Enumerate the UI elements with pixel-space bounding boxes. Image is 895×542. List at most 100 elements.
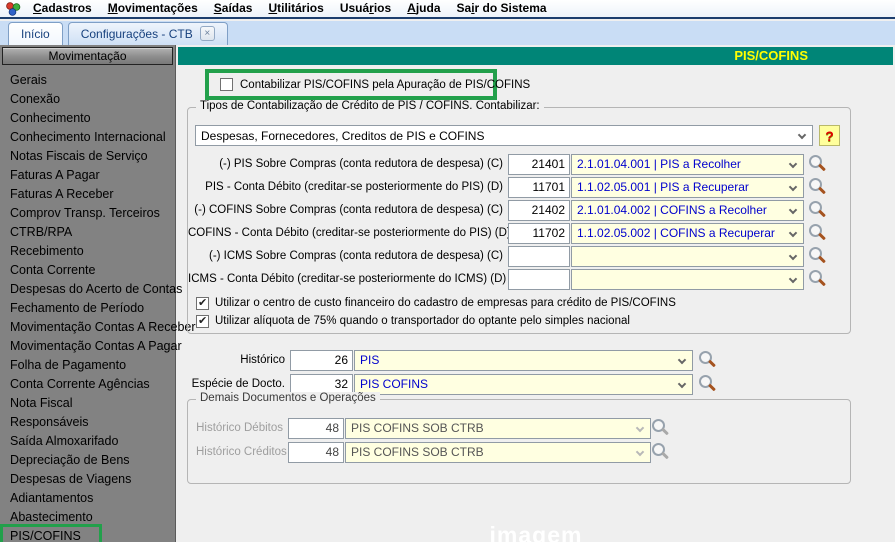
credit-account-row: (-) COFINS Sobre Compras (conta redutora… bbox=[188, 199, 850, 221]
apuracao-checkbox-label: Contabilizar PIS/COFINS pela Apuração de… bbox=[240, 78, 531, 91]
account-code-field[interactable]: 21401 bbox=[508, 153, 570, 175]
sidebar-item-faturas-a-receber[interactable]: Faturas A Receber bbox=[0, 185, 175, 204]
tab-configuracoes-ctb[interactable]: Configurações - CTB × bbox=[67, 22, 228, 45]
sidebar-item-faturas-a-pagar[interactable]: Faturas A Pagar bbox=[0, 166, 175, 185]
account-combo[interactable]: 2.1.01.04.001 | PIS a Recolher bbox=[571, 153, 804, 175]
sidebar-item-notas-fiscais-de-servi-o[interactable]: Notas Fiscais de Serviço bbox=[0, 147, 175, 166]
option-row: Utilizar alíquota de 75% quando o transp… bbox=[196, 312, 676, 330]
contabilizacao-type-select[interactable]: Despesas, Fornecedores, Creditos de PIS … bbox=[195, 125, 813, 146]
contabilizacao-type-value: Despesas, Fornecedores, Creditos de PIS … bbox=[201, 128, 485, 143]
especie-combo[interactable]: PIS COFINS bbox=[354, 373, 693, 395]
historico-code-field[interactable]: 26 bbox=[290, 349, 353, 371]
sidebar-item-pis-cofins[interactable]: PIS/COFINS bbox=[0, 524, 175, 542]
sidebar-item-movimenta-o-contas-a-pagar[interactable]: Movimentação Contas A Pagar bbox=[0, 337, 182, 356]
especie-label: Espécie de Docto. bbox=[191, 378, 285, 390]
search-icon[interactable] bbox=[808, 247, 826, 265]
search-icon[interactable] bbox=[698, 375, 716, 393]
sidebar-item-movimenta-o-contas-a-receber[interactable]: Movimentação Contas A Receber bbox=[0, 318, 196, 337]
demais-row: Histórico Créditos 48 PIS COFINS SOB CTRB bbox=[196, 441, 669, 463]
sidebar-item-deprecia-o-de-bens[interactable]: Depreciação de Bens bbox=[0, 451, 175, 470]
account-combo[interactable] bbox=[571, 268, 804, 290]
search-icon[interactable] bbox=[808, 178, 826, 196]
users-group-icon bbox=[6, 1, 21, 16]
account-code-field[interactable] bbox=[508, 268, 570, 290]
credit-account-row: (-) ICMS Sobre Compras (conta redutora d… bbox=[188, 245, 850, 267]
tab-inicio[interactable]: Início bbox=[8, 22, 63, 45]
search-icon[interactable] bbox=[808, 201, 826, 219]
sidebar-group-header[interactable]: Movimentação bbox=[2, 47, 173, 65]
chevron-down-icon bbox=[797, 130, 807, 140]
apuracao-highlight-box: Contabilizar PIS/COFINS pela Apuração de… bbox=[205, 69, 530, 100]
sidebar-item-respons-veis[interactable]: Responsáveis bbox=[0, 413, 175, 432]
option-checkbox[interactable] bbox=[196, 296, 209, 310]
chevron-down-icon bbox=[788, 159, 798, 168]
help-button[interactable]: ? bbox=[819, 125, 840, 146]
menu-item-sair-do-sistema[interactable]: Sair do Sistema bbox=[449, 0, 555, 17]
menu-item-usu-rios[interactable]: Usuários bbox=[332, 0, 399, 17]
row-label: (-) COFINS Sobre Compras (conta redutora… bbox=[194, 204, 503, 216]
search-icon[interactable] bbox=[808, 155, 826, 173]
sidebar-item-conhecimento-internacional[interactable]: Conhecimento Internacional bbox=[0, 128, 175, 147]
sidebar-item-ctrb-rpa[interactable]: CTRB/RPA bbox=[0, 223, 175, 242]
menu-item-ajuda[interactable]: Ajuda bbox=[399, 0, 448, 17]
sidebar-item-nota-fiscal[interactable]: Nota Fiscal bbox=[0, 394, 175, 413]
account-code-field[interactable] bbox=[508, 245, 570, 267]
account-code-field[interactable]: 21402 bbox=[508, 199, 570, 221]
tab-strip: Início Configurações - CTB × bbox=[0, 21, 895, 45]
search-icon bbox=[651, 419, 669, 437]
option-row: Utilizar o centro de custo financeiro do… bbox=[196, 294, 676, 312]
historico-combo[interactable]: PIS bbox=[354, 349, 693, 371]
menu-item-sa-das[interactable]: Saídas bbox=[206, 0, 261, 17]
sidebar-item-comprov-transp-terceiros[interactable]: Comprov Transp. Terceiros bbox=[0, 204, 175, 223]
sidebar-item-conex-o[interactable]: Conexão bbox=[0, 90, 175, 109]
sidebar-item-gerais[interactable]: Gerais bbox=[0, 71, 175, 90]
account-combo[interactable]: 2.1.01.04.002 | COFINS a Recolher bbox=[571, 199, 804, 221]
account-code-field[interactable]: 11702 bbox=[508, 222, 570, 244]
sidebar-item-despesas-do-acerto-de-contas[interactable]: Despesas do Acerto de Contas bbox=[0, 280, 182, 299]
watermark-text: imagem bbox=[489, 522, 583, 542]
sidebar-item-adiantamentos[interactable]: Adiantamentos bbox=[0, 489, 175, 508]
search-icon[interactable] bbox=[698, 351, 716, 369]
sidebar-item-sa-da-almoxarifado[interactable]: Saída Almoxarifado bbox=[0, 432, 175, 451]
demais-documentos-legend: Demais Documentos e Operações bbox=[196, 392, 380, 404]
search-icon bbox=[651, 443, 669, 461]
menu-item-movimenta-es[interactable]: Movimentações bbox=[100, 0, 206, 17]
row-label: COFINS - Conta Débito (creditar-se poste… bbox=[188, 227, 511, 239]
chevron-down-icon bbox=[788, 274, 798, 283]
menu-item-utilit-rios[interactable]: Utilitários bbox=[260, 0, 331, 17]
option-checkbox[interactable] bbox=[196, 314, 209, 328]
chevron-down-icon bbox=[788, 182, 798, 191]
credit-account-row: PIS - Conta Débito (creditar-se posterio… bbox=[188, 176, 850, 198]
historico-row: Histórico 26 PIS bbox=[177, 349, 716, 371]
account-combo[interactable] bbox=[571, 245, 804, 267]
account-value: 1.1.02.05.001 | PIS a Recuperar bbox=[577, 180, 749, 194]
sidebar-item-abastecimento[interactable]: Abastecimento bbox=[0, 508, 175, 527]
demais-value: PIS COFINS SOB CTRB bbox=[351, 421, 484, 435]
chevron-down-icon bbox=[677, 355, 687, 364]
chevron-down-icon bbox=[635, 447, 645, 456]
sidebar-item-despesas-de-viagens[interactable]: Despesas de Viagens bbox=[0, 470, 175, 489]
account-combo[interactable]: 1.1.02.05.002 | COFINS a Recuperar bbox=[571, 222, 804, 244]
row-label: PIS - Conta Débito (creditar-se posterio… bbox=[205, 181, 503, 193]
chevron-down-icon bbox=[788, 205, 798, 214]
sidebar-item-conta-corrente[interactable]: Conta Corrente bbox=[0, 261, 175, 280]
account-combo[interactable]: 1.1.02.05.001 | PIS a Recuperar bbox=[571, 176, 804, 198]
close-icon[interactable]: × bbox=[199, 26, 215, 41]
apuracao-checkbox[interactable] bbox=[220, 78, 233, 91]
sidebar-item-conhecimento[interactable]: Conhecimento bbox=[0, 109, 175, 128]
search-icon[interactable] bbox=[808, 224, 826, 242]
sidebar-item-conta-corrente-ag-ncias[interactable]: Conta Corrente Agências bbox=[0, 375, 175, 394]
sidebar-item-fechamento-de-per-odo[interactable]: Fechamento de Período bbox=[0, 299, 175, 318]
account-value: 2.1.01.04.002 | COFINS a Recolher bbox=[577, 203, 767, 217]
search-icon[interactable] bbox=[808, 270, 826, 288]
chevron-down-icon bbox=[788, 251, 798, 260]
demais-combo: PIS COFINS SOB CTRB bbox=[345, 417, 651, 439]
historico-label: Histórico bbox=[240, 354, 285, 366]
sidebar-item-recebimento[interactable]: Recebimento bbox=[0, 242, 175, 261]
sidebar-item-folha-de-pagamento[interactable]: Folha de Pagamento bbox=[0, 356, 175, 375]
demais-code-field: 48 bbox=[288, 441, 344, 463]
credit-account-row: ICMS - Conta Débito (creditar-se posteri… bbox=[188, 268, 850, 290]
account-code-field[interactable]: 11701 bbox=[508, 176, 570, 198]
menu-item-cadastros[interactable]: Cadastros bbox=[25, 0, 100, 17]
sidebar: Movimentação Gerais Conexão Conhecimento Co… bbox=[0, 45, 196, 542]
